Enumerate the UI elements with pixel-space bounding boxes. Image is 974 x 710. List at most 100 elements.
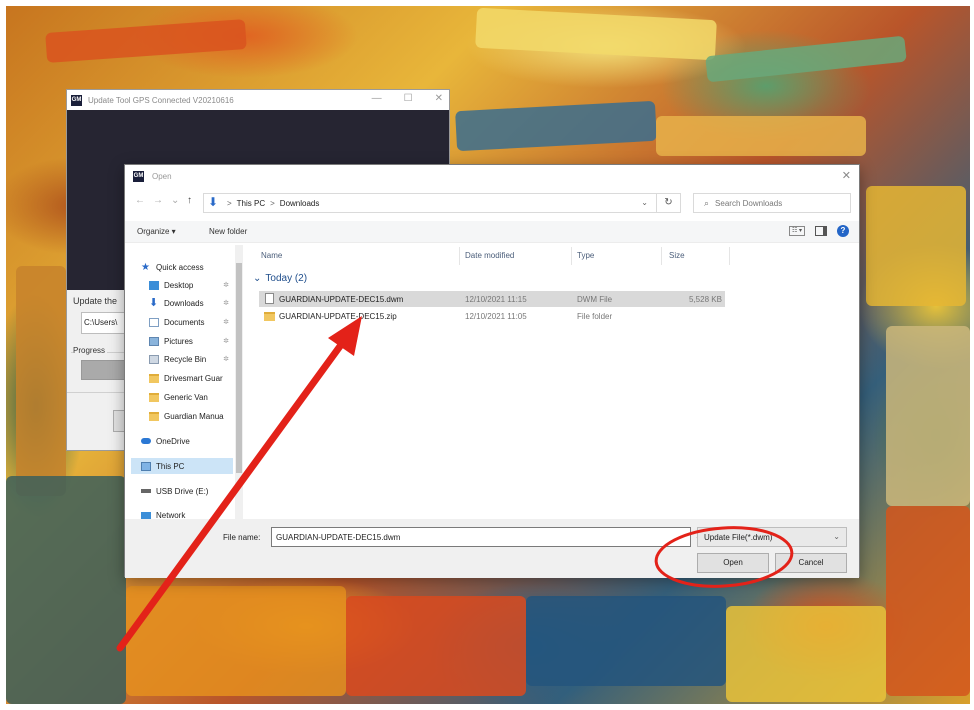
window-controls: — ☐ ✕ <box>372 93 443 104</box>
breadcrumb-separator: > <box>270 198 275 208</box>
update-file-label: Update the <box>73 296 118 306</box>
address-dropdown-icon[interactable]: ⌄ <box>641 198 648 207</box>
file-size: 5,528 KB <box>689 295 722 304</box>
back-arrow-icon[interactable]: ← <box>135 195 145 206</box>
sidebar-item-label: Drivesmart Guar <box>164 373 223 383</box>
sidebar-item-generic-van[interactable]: Generic Van <box>149 389 235 405</box>
help-icon[interactable]: ? <box>837 225 849 237</box>
search-input[interactable]: ⌕ Search Downloads <box>693 193 851 213</box>
minimize-button[interactable]: — <box>372 93 382 104</box>
dialog-titlebar[interactable]: GM Open ✕ <box>125 165 859 187</box>
breadcrumb-this-pc[interactable]: This PC <box>237 199 265 208</box>
file-date: 12/10/2021 11:05 <box>465 312 527 321</box>
downloads-icon: ⬇ <box>208 195 219 209</box>
sidebar-item-this-pc[interactable]: This PC <box>131 458 233 474</box>
network-icon <box>141 511 151 519</box>
column-divider[interactable] <box>661 247 662 265</box>
scrollbar-thumb[interactable] <box>236 263 242 473</box>
column-header-size[interactable]: Size <box>669 251 685 260</box>
folder-icon <box>264 312 275 321</box>
forward-arrow-icon[interactable]: → <box>153 195 163 206</box>
new-folder-button[interactable]: New folder <box>209 227 247 236</box>
progress-label: Progress <box>73 346 108 355</box>
document-icon <box>149 317 159 327</box>
sidebar-item-downloads[interactable]: ⬇ Downloads ✲ <box>149 295 235 311</box>
column-header-type[interactable]: Type <box>577 251 594 260</box>
sidebar-item-label: Pictures <box>164 336 193 346</box>
desktop-icon <box>149 280 159 290</box>
sidebar-item-onedrive[interactable]: OneDrive <box>141 433 241 449</box>
pin-icon: ✲ <box>223 319 229 326</box>
file-type: File folder <box>577 312 613 321</box>
sidebar-item-pictures[interactable]: Pictures ✲ <box>149 333 235 349</box>
recent-locations-icon[interactable]: ⌄ <box>171 195 179 206</box>
file-row[interactable]: GUARDIAN-UPDATE-DEC15.zip 12/10/2021 11:… <box>259 308 725 324</box>
picture-icon <box>149 336 159 346</box>
sidebar-item-documents[interactable]: Documents ✲ <box>149 314 235 330</box>
breadcrumb-downloads[interactable]: Downloads <box>280 199 320 208</box>
dialog-title: Open <box>152 171 172 181</box>
sidebar-item-desktop[interactable]: Desktop ✲ <box>149 277 235 293</box>
group-label: Today (2) <box>265 273 308 284</box>
sidebar-item-drivesmart[interactable]: Drivesmart Guar <box>149 370 235 386</box>
organize-button[interactable]: Organize ▾ <box>137 227 176 236</box>
file-name-label: File name: <box>223 533 261 542</box>
close-button[interactable]: ✕ <box>435 93 443 104</box>
usb-drive-icon <box>141 489 151 493</box>
folder-icon <box>149 411 159 421</box>
column-header-name[interactable]: Name <box>261 251 282 260</box>
file-type-value: Update File(*.dwm) <box>704 533 773 542</box>
app-logo-icon: GM <box>133 170 144 182</box>
file-date: 12/10/2021 11:15 <box>465 295 527 304</box>
sidebar-item-guardian-manual[interactable]: Guardian Manua <box>149 408 235 424</box>
update-tool-titlebar[interactable]: GM Update Tool GPS Connected V20210616 —… <box>67 90 449 110</box>
navigation-pane: ★ Quick access Desktop ✲ ⬇ Downloads ✲ D… <box>125 245 243 523</box>
pin-icon: ✲ <box>223 338 229 345</box>
cloud-icon <box>141 438 151 444</box>
file-type-select[interactable]: Update File(*.dwm) ⌄ <box>697 527 847 547</box>
navigation-scrollbar[interactable] <box>235 245 243 523</box>
preview-pane-icon[interactable] <box>815 226 827 236</box>
dialog-close-button[interactable]: ✕ <box>842 169 851 182</box>
column-header-date[interactable]: Date modified <box>465 251 514 260</box>
sidebar-item-label: This PC <box>156 461 185 471</box>
pin-icon: ✲ <box>223 300 229 307</box>
sidebar-item-quick-access[interactable]: ★ Quick access <box>141 259 241 275</box>
address-row: ← → ⌄ ↑ ⬇ > This PC > Downloads ⌄ ↻ ⌕ Se… <box>125 189 859 215</box>
change-view-icon[interactable]: ☷ ▾ <box>789 226 805 236</box>
folder-icon <box>149 392 159 402</box>
computer-icon <box>141 461 151 471</box>
column-divider[interactable] <box>571 247 572 265</box>
download-icon: ⬇ <box>149 296 159 309</box>
command-bar: Organize ▾ New folder ☷ ▾ ? <box>125 221 859 243</box>
sidebar-item-usb-drive[interactable]: USB Drive (E:) <box>141 483 241 499</box>
group-header-today[interactable]: ⌄ Today (2) <box>253 273 307 284</box>
view-controls: ☷ ▾ ? <box>789 225 849 237</box>
chevron-down-icon: ⌄ <box>253 273 262 284</box>
cancel-button[interactable]: Cancel <box>775 553 847 573</box>
folder-icon <box>149 373 159 383</box>
file-name: GUARDIAN-UPDATE-DEC15.zip <box>279 312 397 321</box>
sidebar-item-label: OneDrive <box>156 436 190 446</box>
address-bar[interactable]: ⬇ > This PC > Downloads ⌄ <box>203 193 657 213</box>
file-name-field[interactable]: GUARDIAN-UPDATE-DEC15.dwm <box>271 527 691 547</box>
column-divider[interactable] <box>459 247 460 265</box>
update-tool-title: Update Tool GPS Connected V20210616 <box>88 95 234 105</box>
search-icon: ⌕ <box>704 197 710 208</box>
refresh-button[interactable]: ↻ <box>657 193 681 213</box>
maximize-button[interactable]: ☐ <box>404 93 413 104</box>
breadcrumb-separator: > <box>227 198 232 208</box>
column-divider[interactable] <box>729 247 730 265</box>
sidebar-item-label: USB Drive (E:) <box>156 486 209 496</box>
star-icon: ★ <box>141 261 150 273</box>
open-button[interactable]: Open <box>697 553 769 573</box>
dialog-footer: File name: GUARDIAN-UPDATE-DEC15.dwm ⌄ U… <box>125 519 859 578</box>
sidebar-item-recycle-bin[interactable]: Recycle Bin ✲ <box>149 351 235 367</box>
sidebar-item-label: Recycle Bin <box>164 354 207 364</box>
open-file-dialog: GM Open ✕ ← → ⌄ ↑ ⬇ > This PC > Download… <box>124 164 860 578</box>
up-arrow-icon[interactable]: ↑ <box>187 195 192 206</box>
sidebar-item-label: Guardian Manua <box>164 411 224 421</box>
app-logo-icon: GM <box>71 94 82 106</box>
search-placeholder: Search Downloads <box>715 198 783 208</box>
file-row[interactable]: GUARDIAN-UPDATE-DEC15.dwm 12/10/2021 11:… <box>259 291 725 307</box>
